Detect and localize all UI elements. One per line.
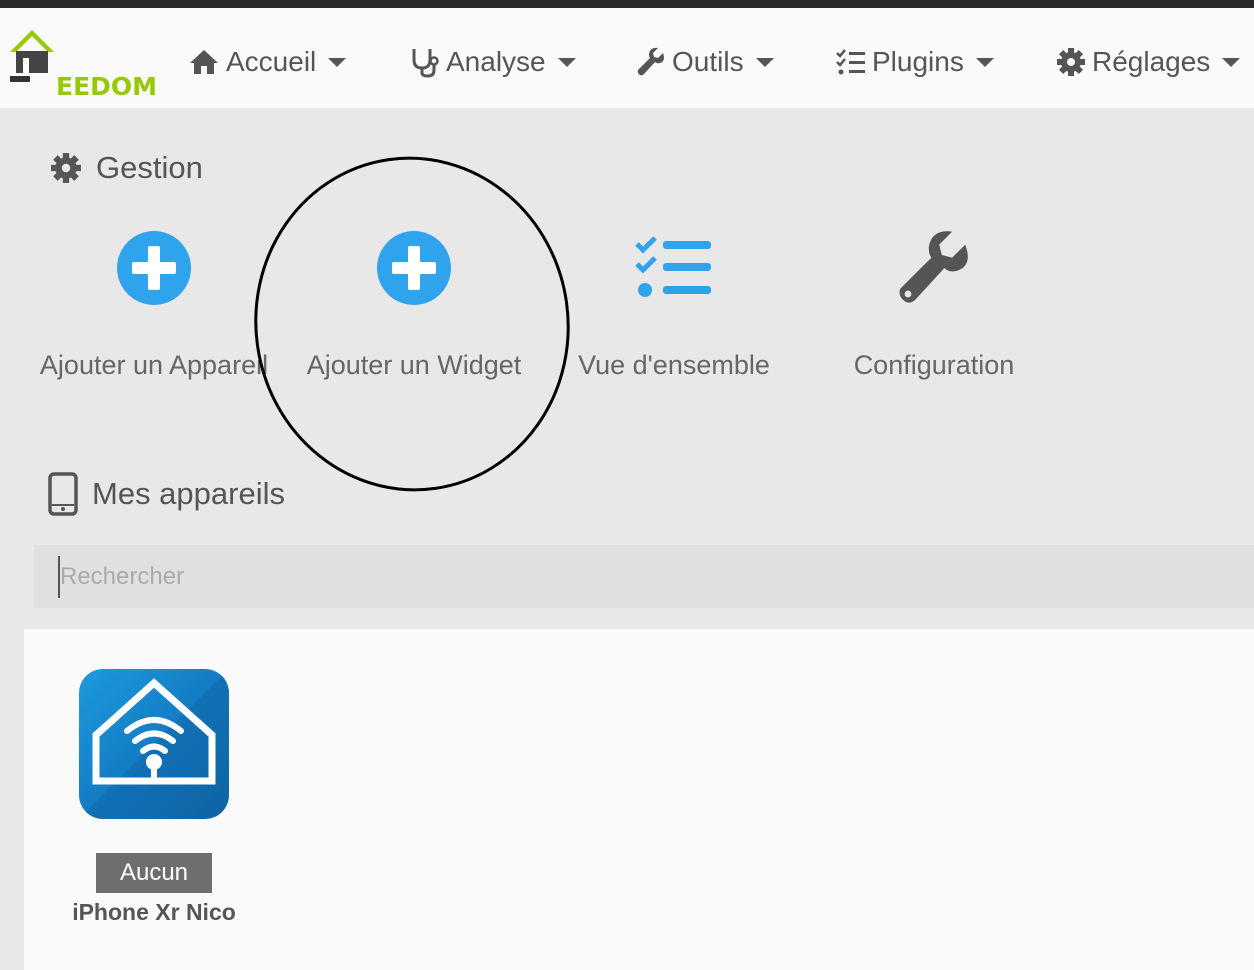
home-wifi-icon: [79, 669, 229, 819]
mobile-phone-icon: [48, 472, 78, 516]
configuration-card[interactable]: Configuration: [819, 225, 1049, 385]
nav-outils-label: Outils: [672, 46, 744, 77]
chevron-down-icon: [755, 57, 774, 67]
nav-outils[interactable]: Outils: [636, 42, 774, 82]
overview-label: Vue d'ensemble: [578, 350, 770, 380]
chevron-down-icon: [1222, 57, 1241, 67]
overview-card[interactable]: Vue d'ensemble: [559, 225, 789, 385]
logo-text: EEDOM: [56, 72, 158, 101]
nav-plugins-label: Plugins: [872, 46, 964, 77]
gestion-heading: Gestion: [50, 150, 203, 186]
add-device-label: Ajouter un Appareil: [39, 350, 269, 380]
plus-circle-icon: [117, 230, 191, 305]
gear-icon: [51, 153, 81, 183]
stethoscope-icon: [412, 49, 439, 78]
nav-reglages[interactable]: Réglages: [1056, 42, 1241, 82]
chevron-down-icon: [975, 57, 994, 67]
nav-analyse[interactable]: Analyse: [410, 42, 576, 82]
device-list-panel: Aucun iPhone Xr Nico: [24, 629, 1254, 970]
my-devices-title: Mes appareils: [92, 476, 285, 511]
gestion-title: Gestion: [96, 150, 203, 185]
search-input[interactable]: [58, 555, 1212, 598]
window-top-border: [0, 0, 1254, 8]
home-icon: [190, 50, 218, 74]
device-object-badge: Aucun: [95, 853, 213, 893]
add-device-card[interactable]: Ajouter un Appareil: [39, 225, 269, 385]
wrench-icon: [899, 230, 968, 303]
my-devices-heading: Mes appareils: [48, 472, 285, 516]
nav-reglages-label: Réglages: [1092, 46, 1211, 77]
device-search-bar: [34, 545, 1254, 608]
configuration-label: Configuration: [853, 350, 1015, 380]
nav-accueil[interactable]: Accueil: [188, 42, 347, 82]
wrench-icon: [637, 47, 664, 76]
jeedom-logo[interactable]: EEDOM: [6, 22, 157, 101]
tasks-icon: [836, 49, 865, 75]
nav-analyse-label: Analyse: [446, 46, 546, 77]
list-check-icon: [635, 235, 711, 297]
gear-icon: [1057, 48, 1085, 76]
nav-plugins[interactable]: Plugins: [836, 42, 994, 82]
top-navbar: EEDOM Accueil Analyse Outils Plugins Rég…: [0, 8, 1254, 108]
device-card[interactable]: Aucun iPhone Xr Nico: [72, 669, 236, 926]
chevron-down-icon: [557, 57, 576, 67]
nav-accueil-label: Accueil: [226, 46, 317, 77]
chevron-down-icon: [328, 57, 347, 67]
annotation-circle: [254, 156, 570, 492]
device-name: iPhone Xr Nico: [72, 899, 236, 925]
